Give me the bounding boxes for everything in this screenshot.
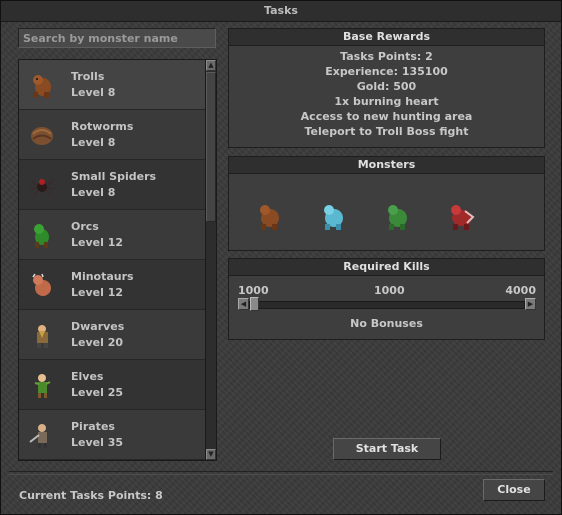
base-rewards-title: Base Rewards (229, 29, 544, 46)
reward-line: Teleport to Troll Boss fight (304, 125, 469, 138)
close-button[interactable]: Close (483, 479, 545, 501)
required-kills-title: Required Kills (229, 259, 544, 276)
slider-left-arrow-icon[interactable]: ◀ (238, 298, 249, 310)
monster-list: Trolls Level 8 Rotworms Level 8 Small Sp… (18, 59, 207, 461)
monster-name: Dwarves (71, 320, 125, 333)
reward-line: 1x burning heart (334, 95, 439, 108)
list-item[interactable]: Small Spiders Level 8 (19, 160, 206, 210)
list-item[interactable]: Pirates Level 35 (19, 410, 206, 460)
troll-champion-icon (451, 205, 475, 230)
divider (9, 471, 553, 475)
dwarf-icon (37, 325, 48, 348)
monster-level: Level 35 (71, 436, 124, 449)
slider-handle[interactable] (250, 297, 259, 311)
frost-troll-icon (324, 205, 343, 230)
kills-max-label: 4000 (505, 284, 536, 297)
list-item[interactable]: Minotaurs Level 12 (19, 260, 206, 310)
kills-current-label: 1000 (374, 284, 405, 297)
monster-name: Rotworms (71, 120, 134, 133)
monster-name: Small Spiders (71, 170, 157, 183)
tasks-window: Tasks Trolls Level 8 Rotworms Level 8 (0, 0, 562, 515)
scroll-up-arrow-icon[interactable]: ▲ (206, 60, 216, 71)
kills-slider[interactable]: ◀ ▶ (238, 297, 536, 311)
list-item[interactable]: Elves Level 25 (19, 360, 206, 410)
slider-track[interactable] (249, 301, 525, 309)
monster-level: Level 20 (71, 336, 124, 349)
monsters-title: Monsters (229, 157, 544, 174)
monster-level: Level 12 (71, 236, 124, 249)
monster-name: Trolls (71, 70, 105, 83)
monsters-panel: Monsters (228, 156, 545, 251)
elf-icon (34, 374, 51, 398)
monster-level: Level 12 (71, 286, 124, 299)
reward-line: Access to new hunting area (300, 110, 473, 123)
rotworm-icon (31, 127, 53, 145)
current-tasks-points: Current Tasks Points: 8 (19, 489, 163, 502)
monster-name: Elves (71, 370, 104, 383)
swamp-troll-icon (388, 205, 407, 230)
kills-min-label: 1000 (238, 284, 269, 297)
minotaur-icon (32, 273, 51, 296)
monster-level: Level 8 (71, 186, 116, 199)
required-kills-panel: Required Kills 1000 1000 4000 ◀ ▶ No Bon… (228, 258, 545, 340)
reward-line: Gold: 500 (356, 80, 417, 93)
orc-icon (34, 224, 49, 248)
slider-right-arrow-icon[interactable]: ▶ (525, 298, 536, 310)
monster-level: Level 25 (71, 386, 124, 399)
monster-level: Level 8 (71, 86, 116, 99)
pirate-icon (29, 424, 47, 448)
monster-name: Pirates (71, 420, 115, 433)
reward-line: Tasks Points: 2 (340, 50, 433, 63)
troll-icon (33, 75, 51, 98)
window-title: Tasks (1, 1, 561, 22)
reward-line: Experience: 135100 (325, 65, 448, 78)
monster-name: Orcs (71, 220, 99, 233)
start-task-button[interactable]: Start Task (333, 438, 441, 460)
list-scrollbar[interactable]: ▲ ▼ (205, 59, 217, 461)
scroll-thumb[interactable] (206, 72, 216, 222)
list-item[interactable]: Rotworms Level 8 (19, 110, 206, 160)
base-rewards-panel: Base Rewards Tasks Points: 2 Experience:… (228, 28, 545, 148)
troll-icon (260, 205, 279, 230)
list-item[interactable]: Trolls Level 8 (19, 60, 206, 110)
search-input[interactable] (18, 28, 216, 48)
scroll-down-arrow-icon[interactable]: ▼ (206, 449, 216, 460)
bonus-text: No Bonuses (350, 317, 423, 330)
monster-level: Level 8 (71, 136, 116, 149)
spider-icon (29, 179, 55, 197)
monster-name: Minotaurs (71, 270, 134, 283)
list-item[interactable]: Dwarves Level 20 (19, 310, 206, 360)
list-item[interactable]: Orcs Level 12 (19, 210, 206, 260)
